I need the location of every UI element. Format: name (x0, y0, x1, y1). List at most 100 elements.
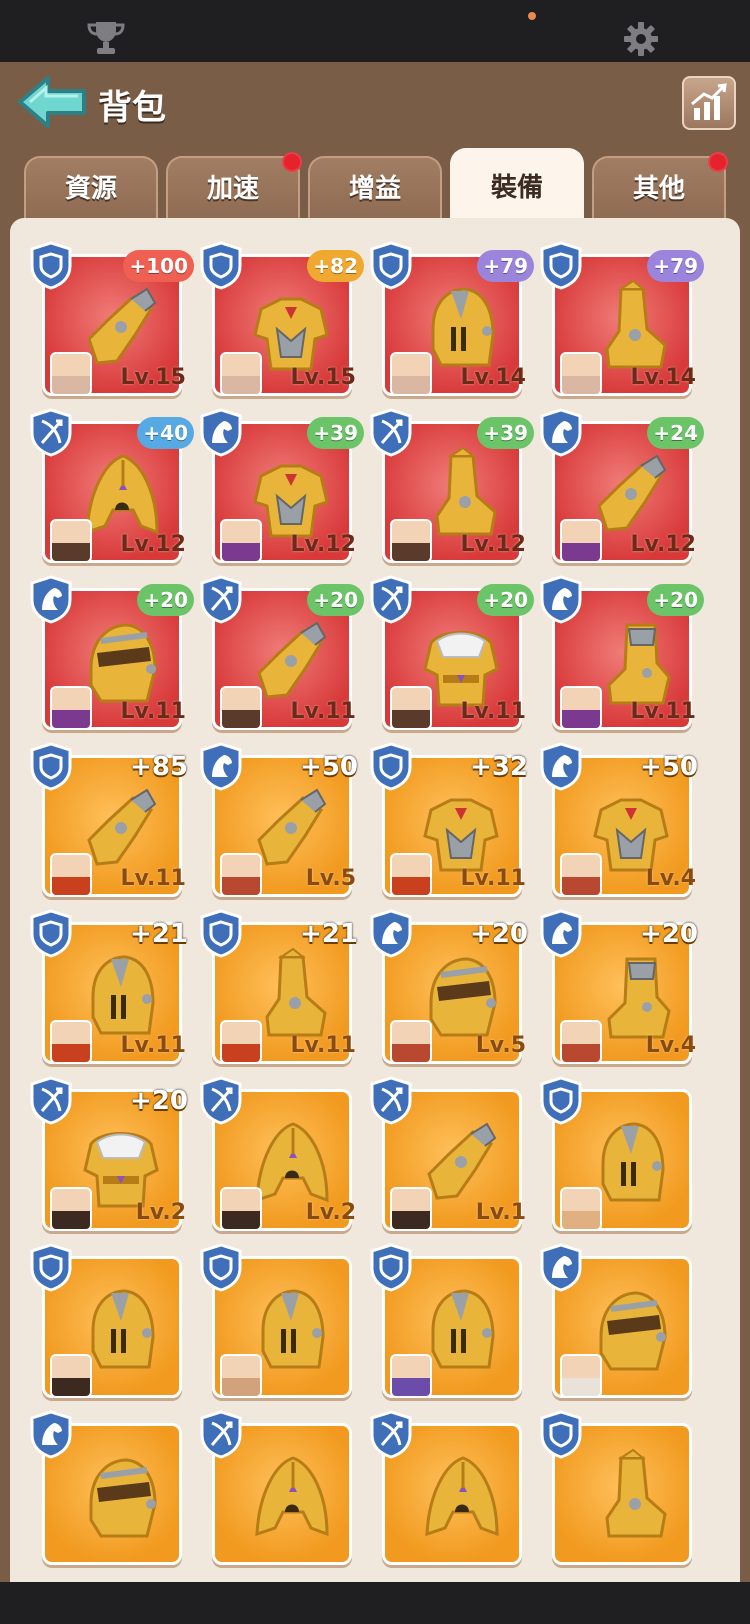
shield-role-icon (198, 240, 244, 290)
hero-portrait (390, 1020, 432, 1064)
equipment-item[interactable]: +100 Lv.15 (28, 240, 204, 406)
bonus-badge: +20 (647, 584, 704, 616)
item-level: Lv.4 (645, 866, 696, 891)
equipment-item[interactable]: +20 Lv.11 (198, 574, 374, 740)
horse-role-icon (538, 908, 584, 958)
page-title: 背包 (98, 88, 166, 128)
shield-role-icon (198, 1242, 244, 1292)
equipment-item[interactable]: +50 Lv.4 (538, 741, 714, 907)
bonus-badge: +24 (647, 417, 704, 449)
hero-portrait (560, 1020, 602, 1064)
tab-label: 加速 (206, 174, 259, 204)
hero-portrait (390, 1354, 432, 1398)
notification-dot (528, 12, 536, 20)
back-arrow-icon[interactable] (16, 74, 88, 130)
hero-portrait (560, 853, 602, 897)
item-level: Lv.11 (120, 866, 186, 891)
equipment-item[interactable] (368, 1409, 544, 1575)
bonus-badge: +21 (300, 919, 358, 949)
bottom-bar (0, 1582, 750, 1624)
hero-portrait (390, 853, 432, 897)
equipment-item[interactable]: +32 Lv.11 (368, 741, 544, 907)
tab-boosts[interactable]: 增益 (308, 156, 442, 222)
shield-role-icon (28, 240, 74, 290)
hero-portrait (220, 352, 262, 396)
equipment-item[interactable]: +20 Lv.5 (368, 908, 544, 1074)
hero-portrait (50, 1354, 92, 1398)
equipment-item[interactable]: +20 Lv.2 (28, 1075, 204, 1241)
equipment-item[interactable]: +20 Lv.11 (368, 574, 544, 740)
tab-speedup[interactable]: 加速 (166, 152, 302, 222)
horse-role-icon (538, 407, 584, 457)
helmet-icon (71, 1446, 171, 1550)
item-level: Lv.14 (630, 365, 696, 390)
hero-portrait (390, 686, 432, 730)
hero-portrait (50, 352, 92, 396)
shield-role-icon (28, 908, 74, 958)
crossbow-role-icon (198, 1075, 244, 1125)
hero-portrait (50, 519, 92, 563)
equipment-item[interactable] (28, 1409, 204, 1575)
top-bar (0, 0, 750, 62)
item-level: Lv.2 (135, 1200, 186, 1225)
hero-portrait (560, 686, 602, 730)
equipment-item[interactable] (198, 1409, 374, 1575)
hero-portrait (220, 853, 262, 897)
equipment-item[interactable] (28, 1242, 204, 1408)
trophy-icon[interactable] (86, 20, 126, 56)
equipment-item[interactable]: +39 Lv.12 (368, 407, 544, 573)
hero-portrait (220, 1020, 262, 1064)
item-level: Lv.5 (475, 1033, 526, 1058)
equipment-item[interactable] (368, 1242, 544, 1408)
crossbow-role-icon (368, 1075, 414, 1125)
stats-button[interactable] (682, 76, 736, 130)
hero-portrait (220, 1354, 262, 1398)
shield-role-icon (28, 741, 74, 791)
equipment-item[interactable]: +79 Lv.14 (538, 240, 714, 406)
crossbow-role-icon (368, 574, 414, 624)
bonus-badge: +21 (130, 919, 188, 949)
hero-portrait (220, 1187, 262, 1231)
equipment-item[interactable]: +40 Lv.12 (28, 407, 204, 573)
equipment-item[interactable]: +20 Lv.4 (538, 908, 714, 1074)
item-level: Lv.11 (460, 866, 526, 891)
equipment-list[interactable]: +100 Lv.15 +82 Lv.15 +79 Lv.14 +79 Lv.14 +40 Lv.1… (10, 218, 740, 1582)
equipment-item[interactable]: +24 Lv.12 (538, 407, 714, 573)
equipment-item[interactable]: +21 Lv.11 (198, 908, 374, 1074)
equipment-item[interactable] (538, 1242, 714, 1408)
item-level: Lv.1 (475, 1200, 526, 1225)
shield-role-icon (28, 1242, 74, 1292)
item-level: Lv.2 (305, 1200, 356, 1225)
gear-icon[interactable] (622, 20, 660, 58)
bonus-badge: +79 (647, 250, 704, 282)
hood-icon (241, 1446, 341, 1550)
bonus-badge: +100 (123, 250, 194, 282)
equipment-item[interactable]: +20 Lv.11 (28, 574, 204, 740)
tab-equipment[interactable]: 裝備 (450, 148, 584, 224)
backpack-panel: 背包 資源 加速 增益 裝備 其他 +100 Lv.15 +82 Lv.15 +79 Lv… (0, 62, 750, 1582)
bonus-badge: +40 (137, 417, 194, 449)
shield-role-icon (368, 741, 414, 791)
equipment-item[interactable] (538, 1409, 714, 1575)
equipment-item[interactable] (198, 1242, 374, 1408)
item-level: Lv.12 (290, 532, 356, 557)
equipment-item[interactable]: Lv.2 (198, 1075, 374, 1241)
equipment-item[interactable] (538, 1075, 714, 1241)
equipment-item[interactable]: +82 Lv.15 (198, 240, 374, 406)
tab-other[interactable]: 其他 (592, 152, 728, 222)
equipment-item[interactable]: +20 Lv.11 (538, 574, 714, 740)
horse-role-icon (368, 908, 414, 958)
hero-portrait (50, 1187, 92, 1231)
equipment-item[interactable]: +85 Lv.11 (28, 741, 204, 907)
equipment-item[interactable]: +50 Lv.5 (198, 741, 374, 907)
hood-icon (411, 1446, 511, 1550)
equipment-item[interactable]: +79 Lv.14 (368, 240, 544, 406)
equipment-item[interactable]: Lv.1 (368, 1075, 544, 1241)
bonus-badge: +20 (307, 584, 364, 616)
tab-badge (282, 152, 302, 172)
crossbow-role-icon (28, 407, 74, 457)
hero-portrait (220, 519, 262, 563)
equipment-item[interactable]: +21 Lv.11 (28, 908, 204, 1074)
tab-resources[interactable]: 資源 (24, 156, 158, 222)
equipment-item[interactable]: +39 Lv.12 (198, 407, 374, 573)
